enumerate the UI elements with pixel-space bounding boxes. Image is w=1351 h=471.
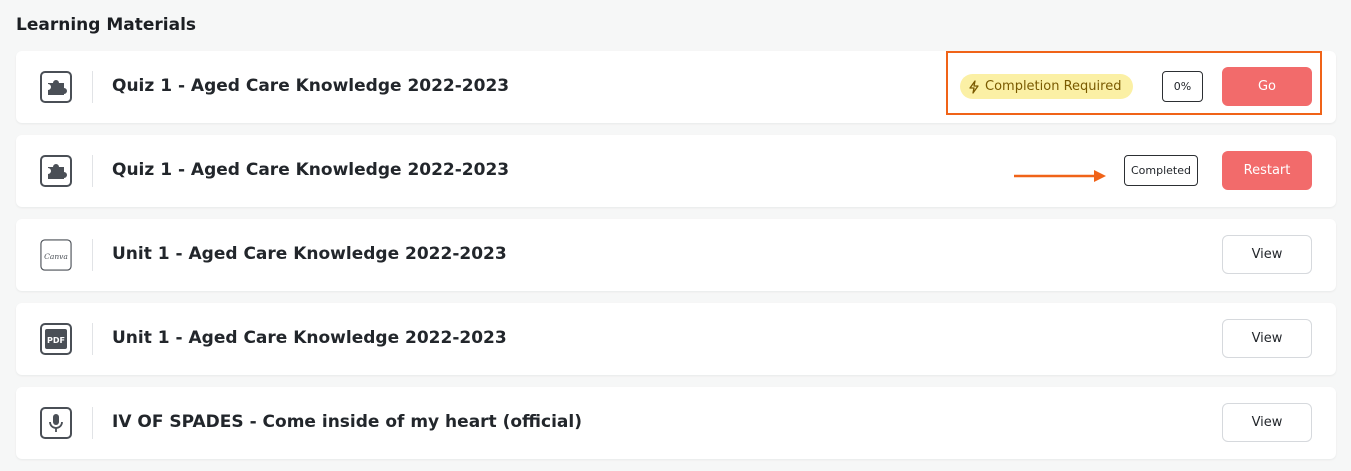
list-item: Quiz 1 - Aged Care Knowledge 2022-2023 C…	[16, 51, 1336, 123]
puzzle-icon	[40, 71, 72, 103]
badge-label: Completion Required	[985, 79, 1122, 94]
view-button[interactable]: View	[1222, 235, 1312, 274]
view-button[interactable]: View	[1222, 319, 1312, 358]
completed-status-badge: Completed	[1124, 155, 1198, 186]
canva-icon: Canva	[40, 239, 72, 271]
item-title: Quiz 1 - Aged Care Knowledge 2022-2023	[112, 76, 510, 96]
section-title: Learning Materials	[16, 15, 197, 35]
divider	[92, 71, 93, 103]
list-item: Quiz 1 - Aged Care Knowledge 2022-2023 C…	[16, 135, 1336, 207]
completion-required-badge: Completion Required	[960, 74, 1134, 99]
divider	[92, 407, 93, 439]
microphone-icon	[40, 407, 72, 439]
item-title: Unit 1 - Aged Care Knowledge 2022-2023	[112, 328, 507, 348]
lightning-icon	[969, 79, 979, 94]
pdf-icon: PDF	[40, 323, 72, 355]
canva-icon-label: Canva	[44, 252, 68, 261]
view-button[interactable]: View	[1222, 403, 1312, 442]
pdf-icon-label: PDF	[47, 336, 65, 345]
puzzle-icon	[40, 155, 72, 187]
progress-indicator: 0%	[1162, 71, 1203, 102]
list-item: PDF Unit 1 - Aged Care Knowledge 2022-20…	[16, 303, 1336, 375]
list-item: Canva Unit 1 - Aged Care Knowledge 2022-…	[16, 219, 1336, 291]
divider	[92, 239, 93, 271]
restart-button[interactable]: Restart	[1222, 151, 1312, 190]
divider	[92, 323, 93, 355]
item-title: Quiz 1 - Aged Care Knowledge 2022-2023	[112, 160, 510, 180]
item-title: Unit 1 - Aged Care Knowledge 2022-2023	[112, 244, 507, 264]
list-item: IV OF SPADES - Come inside of my heart (…	[16, 387, 1336, 459]
annotation-arrow-icon	[1014, 170, 1106, 182]
go-button[interactable]: Go	[1222, 67, 1312, 106]
divider	[92, 155, 93, 187]
item-title: IV OF SPADES - Come inside of my heart (…	[112, 412, 582, 432]
